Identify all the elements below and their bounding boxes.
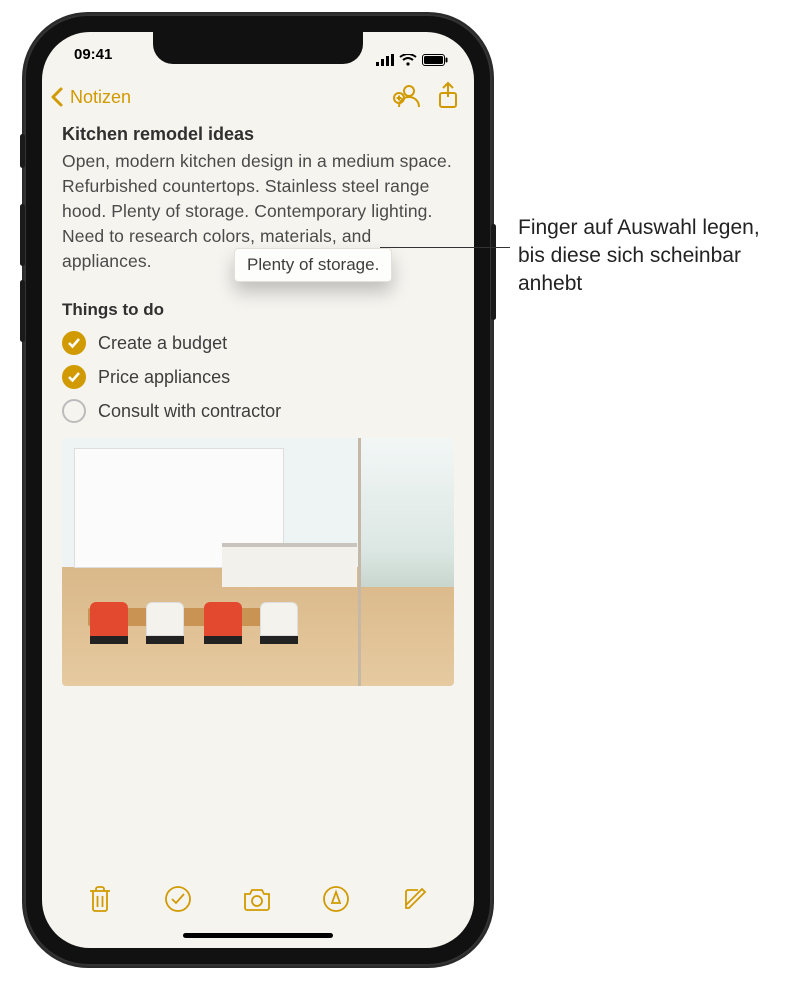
battery-icon <box>422 54 448 66</box>
checklist-item[interactable]: Create a budget <box>62 326 454 360</box>
checklist-item-label: Create a budget <box>98 333 227 354</box>
wifi-icon <box>399 54 417 66</box>
back-label: Notizen <box>70 87 131 108</box>
volume-up-button <box>20 204 25 266</box>
add-people-icon <box>392 82 422 108</box>
compose-button[interactable] <box>395 879 435 922</box>
lifted-selection[interactable]: Plenty of storage. <box>234 248 392 282</box>
note-attachment-image[interactable] <box>62 438 454 686</box>
chevron-left-icon <box>48 85 68 109</box>
checklist-item-label: Price appliances <box>98 367 230 388</box>
checklist-item-label: Consult with contractor <box>98 401 281 422</box>
share-icon <box>436 81 460 109</box>
screen: 09:41 Notizen Kitc <box>42 32 474 948</box>
note-title: Kitchen remodel ideas <box>62 124 454 145</box>
phone-frame: 09:41 Notizen Kitc <box>24 14 492 966</box>
notch <box>153 32 363 64</box>
status-icons <box>376 46 448 74</box>
compose-icon <box>401 885 429 913</box>
markup-button[interactable] <box>316 879 356 922</box>
note-subhead: Things to do <box>62 300 454 320</box>
callout-line <box>380 247 510 248</box>
trash-icon <box>87 885 113 913</box>
volume-down-button <box>20 280 25 342</box>
mute-switch <box>20 134 25 168</box>
cellular-icon <box>376 54 394 66</box>
checkbox-unchecked-icon[interactable] <box>62 399 86 423</box>
back-button[interactable]: Notizen <box>48 85 131 109</box>
callout-text: Finger auf Auswahl legen, bis diese sich… <box>518 214 778 298</box>
status-time: 09:41 <box>74 46 112 74</box>
checkbox-checked-icon[interactable] <box>62 365 86 389</box>
share-button[interactable] <box>436 81 460 114</box>
checklist-button[interactable] <box>158 879 198 922</box>
delete-button[interactable] <box>81 879 119 922</box>
bottom-toolbar <box>42 879 474 922</box>
power-button <box>491 224 496 320</box>
home-indicator[interactable] <box>183 933 333 938</box>
checklist-icon <box>164 885 192 913</box>
checkbox-checked-icon[interactable] <box>62 331 86 355</box>
checklist: Create a budget Price appliances Consult… <box>62 326 454 428</box>
camera-button[interactable] <box>236 879 278 922</box>
markup-icon <box>322 885 350 913</box>
camera-icon <box>242 886 272 912</box>
checklist-item[interactable]: Consult with contractor <box>62 394 454 428</box>
nav-bar: Notizen <box>42 74 474 120</box>
lifted-selection-text: Plenty of storage. <box>247 255 379 274</box>
checklist-item[interactable]: Price appliances <box>62 360 454 394</box>
add-people-button[interactable] <box>392 82 422 113</box>
